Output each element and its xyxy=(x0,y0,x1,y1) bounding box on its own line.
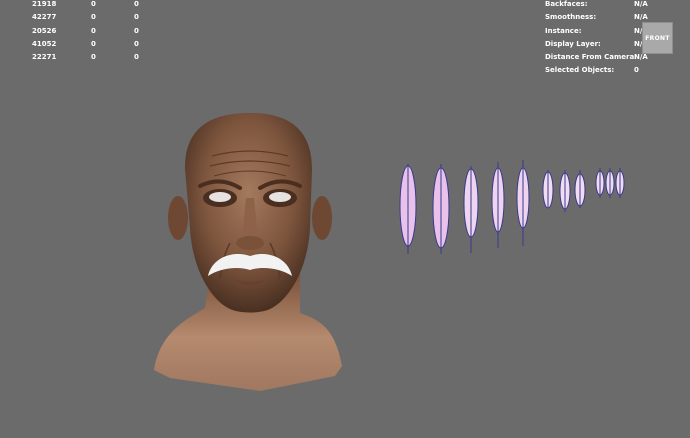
stat-value: 0 xyxy=(91,53,96,62)
hair-strand-previews[interactable] xyxy=(398,158,628,258)
stat-value: 0 xyxy=(91,39,96,48)
view-cube-label: FRONT xyxy=(645,34,670,42)
stat-value: 0 xyxy=(91,0,96,8)
hair-strand xyxy=(491,162,505,248)
hair-strand xyxy=(605,168,615,198)
info-value: 0 xyxy=(634,66,639,75)
info-value: N/A xyxy=(634,0,648,8)
stat-value: 0 xyxy=(134,53,139,62)
hair-strand xyxy=(516,160,530,246)
info-label: Instance: xyxy=(545,26,582,35)
view-cube[interactable]: FRONT xyxy=(642,22,673,54)
info-label: Backfaces: xyxy=(545,0,588,8)
stat-value: 0 xyxy=(134,0,139,8)
stat-value: 20526 xyxy=(32,26,57,35)
info-label: Selected Objects: xyxy=(545,66,615,75)
hair-strand xyxy=(399,164,417,254)
hair-strand xyxy=(595,168,605,198)
info-label: Distance From Camera: xyxy=(545,53,637,62)
stat-value: 42277 xyxy=(32,13,57,22)
hair-strand xyxy=(574,170,586,208)
hair-strand xyxy=(615,168,625,198)
stat-value: 0 xyxy=(91,26,96,35)
head-model[interactable] xyxy=(150,108,350,393)
stat-value: 21918 xyxy=(32,0,57,8)
info-label: Smoothness: xyxy=(545,13,597,22)
info-value: N/A xyxy=(634,13,648,22)
stat-value: 41052 xyxy=(32,39,57,48)
hair-strand xyxy=(542,170,554,209)
stat-value: 0 xyxy=(91,13,96,22)
stat-value: 22271 xyxy=(32,53,57,62)
3d-viewport[interactable]: 21918 0 0 42277 0 0 20526 0 0 41052 0 0 … xyxy=(0,0,690,438)
stat-value: 0 xyxy=(134,13,139,22)
hair-strand xyxy=(463,166,479,253)
hair-strand xyxy=(559,170,571,212)
info-value: N/A xyxy=(634,53,648,62)
info-label: Display Layer: xyxy=(545,39,601,48)
stat-value: 0 xyxy=(134,26,139,35)
hair-strand xyxy=(432,164,450,254)
stat-value: 0 xyxy=(134,39,139,48)
